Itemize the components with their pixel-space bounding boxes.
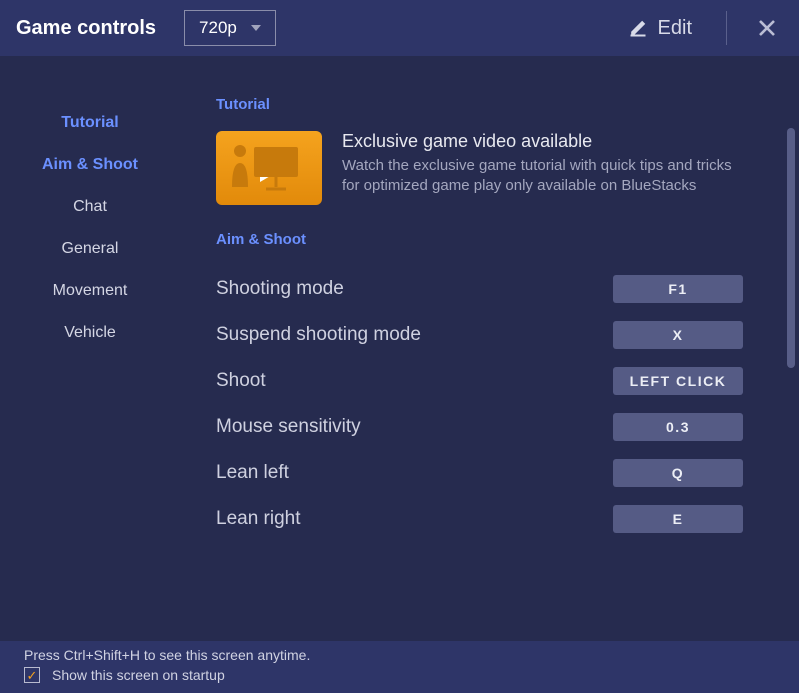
control-label: Lean left [216,462,613,484]
close-button[interactable] [751,12,783,44]
control-row-mouse-sensitivity: Mouse sensitivity 0.3 [216,404,779,450]
resolution-value: 720p [199,18,237,38]
header-divider [726,11,727,45]
close-icon [755,16,779,40]
show-on-startup-checkbox[interactable]: ✓ Show this screen on startup [24,667,775,683]
tutorial-text: Exclusive game video available Watch the… [342,131,779,205]
control-label: Suspend shooting mode [216,324,613,346]
resolution-dropdown[interactable]: 720p [184,10,276,46]
sidebar: Tutorial Aim & Shoot Chat General Moveme… [0,56,180,641]
pencil-icon [628,18,648,38]
control-row-shoot: Shoot LEFT CLICK [216,358,779,404]
control-label: Shoot [216,370,613,392]
sidebar-item-vehicle[interactable]: Vehicle [0,312,180,354]
footer: Press Ctrl+Shift+H to see this screen an… [0,641,799,693]
sidebar-item-movement[interactable]: Movement [0,270,180,312]
footer-hint: Press Ctrl+Shift+H to see this screen an… [24,647,775,663]
sidebar-item-aim-shoot[interactable]: Aim & Shoot [0,144,180,186]
tutorial-video-thumb[interactable] [216,131,322,205]
scrollbar-track[interactable] [787,128,795,568]
control-row-lean-left: Lean left Q [216,450,779,496]
checkbox-box: ✓ [24,667,40,683]
control-label: Shooting mode [216,278,613,300]
edit-label: Edit [658,17,692,40]
presenter-icon [228,139,308,195]
keybind-lean-left[interactable]: Q [613,459,743,487]
header-bar: Game controls 720p Edit [0,0,799,56]
section-head-aim-shoot: Aim & Shoot [216,231,779,248]
control-row-suspend-shooting: Suspend shooting mode X [216,312,779,358]
sidebar-item-tutorial[interactable]: Tutorial [0,102,180,144]
keybind-suspend-shooting[interactable]: X [613,321,743,349]
keybind-shooting-mode[interactable]: F1 [613,275,743,303]
keybind-mouse-sensitivity[interactable]: 0.3 [613,413,743,441]
body: Tutorial Aim & Shoot Chat General Moveme… [0,56,799,641]
tutorial-desc: Watch the exclusive game tutorial with q… [342,156,749,197]
control-label: Mouse sensitivity [216,416,613,438]
control-label: Lean right [216,508,613,530]
tutorial-title: Exclusive game video available [342,131,749,152]
section-head-tutorial: Tutorial [216,96,779,113]
window-title: Game controls [16,17,156,40]
control-row-lean-right: Lean right E [216,496,779,542]
sidebar-item-general[interactable]: General [0,228,180,270]
edit-button[interactable]: Edit [618,11,702,46]
check-icon: ✓ [27,669,38,682]
keybind-shoot[interactable]: LEFT CLICK [613,367,743,395]
control-row-shooting-mode: Shooting mode F1 [216,266,779,312]
main-content: Tutorial Exclusive game video available … [180,56,799,641]
chevron-down-icon [251,25,261,31]
checkbox-label: Show this screen on startup [52,667,225,683]
keybind-lean-right[interactable]: E [613,505,743,533]
scrollbar-thumb[interactable] [787,128,795,368]
tutorial-row: Exclusive game video available Watch the… [216,131,779,205]
sidebar-item-chat[interactable]: Chat [0,186,180,228]
